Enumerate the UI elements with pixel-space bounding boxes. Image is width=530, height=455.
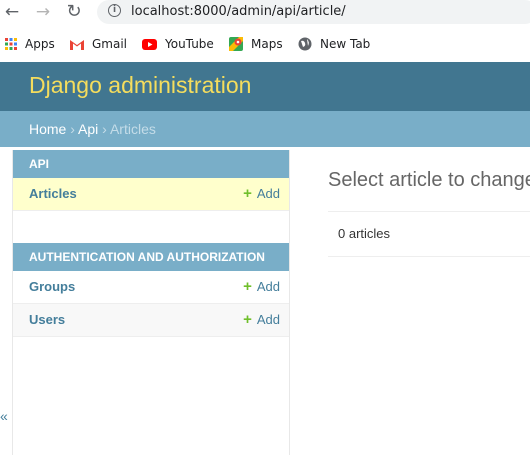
add-articles-link[interactable]: + Add bbox=[243, 186, 280, 201]
apps-grid-icon bbox=[5, 38, 17, 50]
bookmark-gmail[interactable]: Gmail bbox=[70, 36, 127, 52]
sidebar-toggle-button[interactable]: « bbox=[0, 408, 8, 424]
breadcrumb-app-link[interactable]: Api bbox=[78, 121, 98, 137]
info-icon[interactable]: i bbox=[108, 4, 121, 17]
globe-icon bbox=[298, 37, 312, 51]
admin-header: Django administration bbox=[0, 62, 530, 111]
paginator-count: 0 articles bbox=[338, 226, 391, 241]
plus-icon: + bbox=[243, 311, 252, 328]
maps-icon bbox=[229, 37, 243, 51]
module-caption-auth[interactable]: AUTHENTICATION AND AUTHORIZATION bbox=[13, 243, 289, 271]
model-link-users[interactable]: Users bbox=[29, 312, 65, 327]
add-users-link[interactable]: + Add bbox=[243, 312, 280, 327]
breadcrumb-current: Articles bbox=[109, 121, 156, 137]
breadcrumb-separator: › bbox=[70, 121, 75, 137]
model-link-groups[interactable]: Groups bbox=[29, 279, 75, 294]
model-row-groups: Groups + Add bbox=[13, 271, 289, 304]
bookmark-label: Gmail bbox=[92, 37, 128, 51]
plus-icon: + bbox=[243, 185, 252, 202]
bookmark-new-tab[interactable]: New Tab bbox=[298, 36, 370, 52]
add-label: Add bbox=[256, 186, 280, 201]
forward-arrow-icon[interactable]: → bbox=[32, 2, 54, 22]
reload-icon[interactable]: ↻ bbox=[63, 2, 85, 22]
breadcrumb: Home › Api › Articles bbox=[0, 111, 530, 147]
changelist: 0 articles bbox=[328, 211, 530, 257]
add-groups-link[interactable]: + Add bbox=[243, 279, 280, 294]
module-caption-api[interactable]: API bbox=[13, 150, 289, 178]
address-bar[interactable]: i localhost:8000/admin/api/article/ bbox=[97, 0, 530, 24]
page-title: Select article to change bbox=[328, 169, 530, 191]
bookmark-label: Apps bbox=[25, 37, 55, 51]
url-text[interactable]: localhost:8000/admin/api/article/ bbox=[131, 4, 346, 19]
bookmark-youtube[interactable]: YouTube bbox=[142, 36, 214, 52]
bookmark-maps[interactable]: Maps bbox=[229, 36, 283, 52]
model-link-articles[interactable]: Articles bbox=[29, 186, 77, 201]
youtube-icon bbox=[142, 38, 157, 50]
plus-icon: + bbox=[243, 278, 252, 295]
bookmark-label: New Tab bbox=[320, 37, 371, 51]
bookmark-label: Maps bbox=[251, 37, 283, 51]
site-branding[interactable]: Django administration bbox=[29, 72, 251, 99]
breadcrumb-home-link[interactable]: Home bbox=[29, 121, 66, 137]
breadcrumb-separator: › bbox=[102, 121, 107, 137]
add-label: Add bbox=[256, 312, 280, 327]
back-arrow-icon[interactable]: ← bbox=[1, 2, 23, 22]
model-row-users: Users + Add bbox=[13, 304, 289, 337]
gmail-icon bbox=[70, 39, 84, 50]
nav-sidebar: API Articles + Add AUTHENTICATION AND AU… bbox=[12, 150, 290, 455]
browser-toolbar: ← → ↻ i localhost:8000/admin/api/article… bbox=[0, 0, 530, 25]
add-label: Add bbox=[256, 279, 280, 294]
model-row-articles: Articles + Add bbox=[13, 178, 289, 211]
bookmark-label: YouTube bbox=[165, 37, 214, 51]
bookmark-apps[interactable]: Apps bbox=[5, 36, 55, 52]
bookmarks-bar: Apps Gmail YouTube Maps New Tab bbox=[0, 30, 530, 57]
